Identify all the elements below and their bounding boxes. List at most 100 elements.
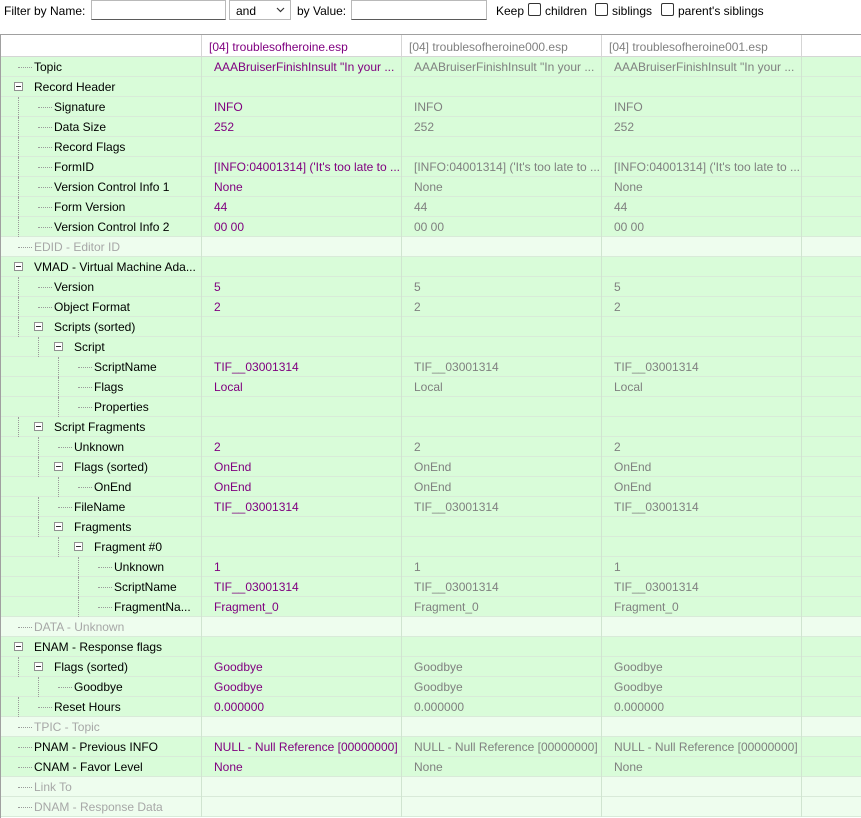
collapse-icon[interactable] (74, 542, 83, 551)
value-cell-3[interactable] (602, 717, 802, 737)
value-cell-3[interactable] (602, 637, 802, 657)
value-cell-2[interactable]: Fragment_0 (402, 597, 602, 617)
value-cell-3[interactable] (602, 617, 802, 637)
value-cell-1[interactable] (202, 637, 402, 657)
value-cell-2[interactable] (402, 537, 602, 557)
value-cell-1[interactable]: INFO (202, 97, 402, 117)
tree-cell[interactable]: ScriptName (1, 577, 202, 597)
collapse-icon[interactable] (54, 342, 63, 351)
value-cell-2[interactable] (402, 637, 602, 657)
tree-cell[interactable]: Flags (sorted) (1, 457, 202, 477)
value-cell-2[interactable]: OnEnd (402, 477, 602, 497)
value-cell-3[interactable] (602, 537, 802, 557)
value-cell-3[interactable]: 2 (602, 437, 802, 457)
value-cell-2[interactable] (402, 77, 602, 97)
collapse-icon[interactable] (34, 662, 43, 671)
value-cell-1[interactable] (202, 777, 402, 797)
tree-cell[interactable]: ENAM - Response flags (1, 637, 202, 657)
value-cell-1[interactable]: None (202, 177, 402, 197)
table-row[interactable]: ScriptName TIF__03001314 TIF__03001314 TIF_… (1, 577, 861, 597)
table-row[interactable]: Object Format 2 2 2 (1, 297, 861, 317)
value-cell-2[interactable]: INFO (402, 97, 602, 117)
tree-cell[interactable]: Unknown (1, 437, 202, 457)
value-cell-1[interactable]: Local (202, 377, 402, 397)
value-cell-2[interactable] (402, 257, 602, 277)
siblings-checkbox[interactable] (595, 3, 608, 16)
value-cell-3[interactable]: TIF__03001314 (602, 497, 802, 517)
table-row[interactable]: FormID [INFO:04001314] ('It's too late to… (1, 157, 861, 177)
table-row[interactable]: Record Flags (1, 137, 861, 157)
value-cell-3[interactable]: 252 (602, 117, 802, 137)
collapse-icon[interactable] (54, 522, 63, 531)
value-cell-3[interactable] (602, 337, 802, 357)
table-row[interactable]: Reset Hours 0.000000 0.000000 0.000000 (1, 697, 861, 717)
tree-cell[interactable]: Unknown (1, 557, 202, 577)
value-cell-1[interactable] (202, 237, 402, 257)
filter-value-input[interactable] (351, 0, 487, 20)
value-cell-3[interactable] (602, 137, 802, 157)
tree-cell[interactable]: Link To (1, 777, 202, 797)
value-cell-3[interactable]: 5 (602, 277, 802, 297)
tree-cell[interactable]: Signature (1, 97, 202, 117)
value-cell-3[interactable]: OnEnd (602, 477, 802, 497)
value-cell-1[interactable]: 00 00 (202, 217, 402, 237)
tree-cell[interactable]: Record Flags (1, 137, 202, 157)
tree-cell[interactable]: PNAM - Previous INFO (1, 737, 202, 757)
value-cell-1[interactable]: TIF__03001314 (202, 577, 402, 597)
value-cell-3[interactable]: 0.000000 (602, 697, 802, 717)
tree-cell[interactable]: Version Control Info 1 (1, 177, 202, 197)
tree-cell[interactable]: FormID (1, 157, 202, 177)
column-header-3[interactable]: [04] troublesofheroine001.esp (602, 35, 802, 57)
table-row[interactable]: PNAM - Previous INFO NULL - Null Referenc… (1, 737, 861, 757)
collapse-icon[interactable] (14, 82, 23, 91)
table-row[interactable]: OnEnd OnEnd OnEnd OnEnd (1, 477, 861, 497)
value-cell-1[interactable] (202, 717, 402, 737)
collapse-icon[interactable] (14, 262, 23, 271)
tree-cell[interactable]: Version Control Info 2 (1, 217, 202, 237)
tree-cell[interactable]: Reset Hours (1, 697, 202, 717)
tree-cell[interactable]: OnEnd (1, 477, 202, 497)
collapse-icon[interactable] (34, 422, 43, 431)
table-row[interactable]: TPIC - Topic (1, 717, 861, 737)
value-cell-2[interactable] (402, 137, 602, 157)
collapse-icon[interactable] (14, 642, 23, 651)
value-cell-3[interactable] (602, 317, 802, 337)
value-cell-2[interactable]: NULL - Null Reference [00000000] (402, 737, 602, 757)
value-cell-3[interactable]: [INFO:04001314] ('It's too late to ... (602, 157, 802, 177)
value-cell-3[interactable]: 2 (602, 297, 802, 317)
value-cell-1[interactable] (202, 137, 402, 157)
value-cell-2[interactable] (402, 397, 602, 417)
value-cell-2[interactable] (402, 237, 602, 257)
value-cell-3[interactable] (602, 77, 802, 97)
value-cell-2[interactable]: [INFO:04001314] ('It's too late to ... (402, 157, 602, 177)
header-tree-column[interactable] (1, 35, 202, 57)
value-cell-2[interactable]: None (402, 757, 602, 777)
tree-cell[interactable]: VMAD - Virtual Machine Ada... (1, 257, 202, 277)
table-row[interactable]: Script (1, 337, 861, 357)
value-cell-3[interactable]: INFO (602, 97, 802, 117)
table-row[interactable]: Goodbye Goodbye Goodbye Goodbye (1, 677, 861, 697)
table-row[interactable]: ScriptName TIF__03001314 TIF__03001314 TIF_… (1, 357, 861, 377)
value-cell-2[interactable]: TIF__03001314 (402, 577, 602, 597)
collapse-icon[interactable] (54, 462, 63, 471)
value-cell-2[interactable] (402, 797, 602, 817)
tree-cell[interactable]: TPIC - Topic (1, 717, 202, 737)
value-cell-1[interactable]: 252 (202, 117, 402, 137)
table-row[interactable]: Version Control Info 2 00 00 00 00 00 00 (1, 217, 861, 237)
value-cell-1[interactable] (202, 797, 402, 817)
table-row[interactable]: Link To (1, 777, 861, 797)
value-cell-3[interactable] (602, 777, 802, 797)
tree-cell[interactable]: Script Fragments (1, 417, 202, 437)
table-row[interactable]: DATA - Unknown (1, 617, 861, 637)
value-cell-2[interactable] (402, 337, 602, 357)
value-cell-2[interactable]: TIF__03001314 (402, 497, 602, 517)
value-cell-2[interactable] (402, 417, 602, 437)
table-row[interactable]: FileName TIF__03001314 TIF__03001314 TIF__0… (1, 497, 861, 517)
value-cell-3[interactable] (602, 417, 802, 437)
value-cell-1[interactable] (202, 337, 402, 357)
tree-cell[interactable]: Data Size (1, 117, 202, 137)
value-cell-3[interactable]: Goodbye (602, 677, 802, 697)
table-row[interactable]: Version 5 5 5 (1, 277, 861, 297)
value-cell-3[interactable]: 1 (602, 557, 802, 577)
value-cell-3[interactable]: None (602, 177, 802, 197)
